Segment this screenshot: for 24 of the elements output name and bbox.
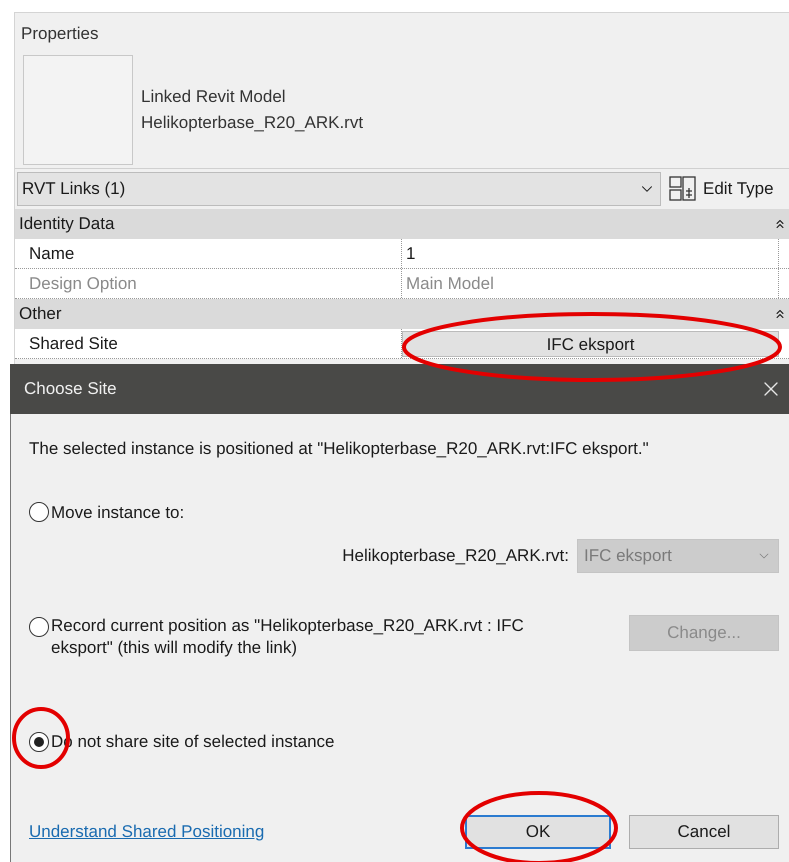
group-header[interactable]: Other [15, 299, 789, 329]
site-button[interactable]: IFC eksport [402, 330, 779, 356]
radio-label[interactable]: Record current position as "Helikopterbase_R20_ARK.rvt : IFC eksport" (this will modify the link) [51, 615, 589, 659]
property-label: Name [15, 239, 402, 268]
property-label: Design Option [15, 269, 402, 298]
radio-button[interactable] [29, 732, 49, 752]
type-name: Linked Revit Model [141, 86, 287, 108]
type-selector[interactable]: RVT Links (1) [17, 172, 661, 206]
group-header[interactable]: Identity Data [15, 209, 789, 239]
property-value[interactable]: 1 [402, 239, 779, 268]
help-link[interactable]: Understand Shared Positioning [29, 818, 264, 844]
edit-type-icon [669, 176, 697, 202]
panel-title: Properties [20, 23, 100, 45]
site-label: Helikopterbase_R20_ARK.rvt: [342, 545, 569, 568]
radio-button[interactable] [29, 502, 49, 522]
radio-button[interactable] [29, 617, 49, 637]
edit-type-button[interactable]: Edit Type [669, 176, 774, 202]
dialog-message: The selected instance is positioned at "Helikopterbase_R20_ARK.rvt:IFC eksport." [29, 438, 650, 460]
ok-button[interactable]: OK [465, 814, 611, 848]
highlight-ellipse [11, 706, 71, 770]
dialog-title: Choose Site [24, 378, 117, 400]
type-name: Helikopterbase_R20_ARK.rvt [141, 112, 364, 134]
radio-label[interactable]: Move instance to: [51, 500, 184, 525]
cancel-button[interactable]: Cancel [629, 814, 779, 848]
